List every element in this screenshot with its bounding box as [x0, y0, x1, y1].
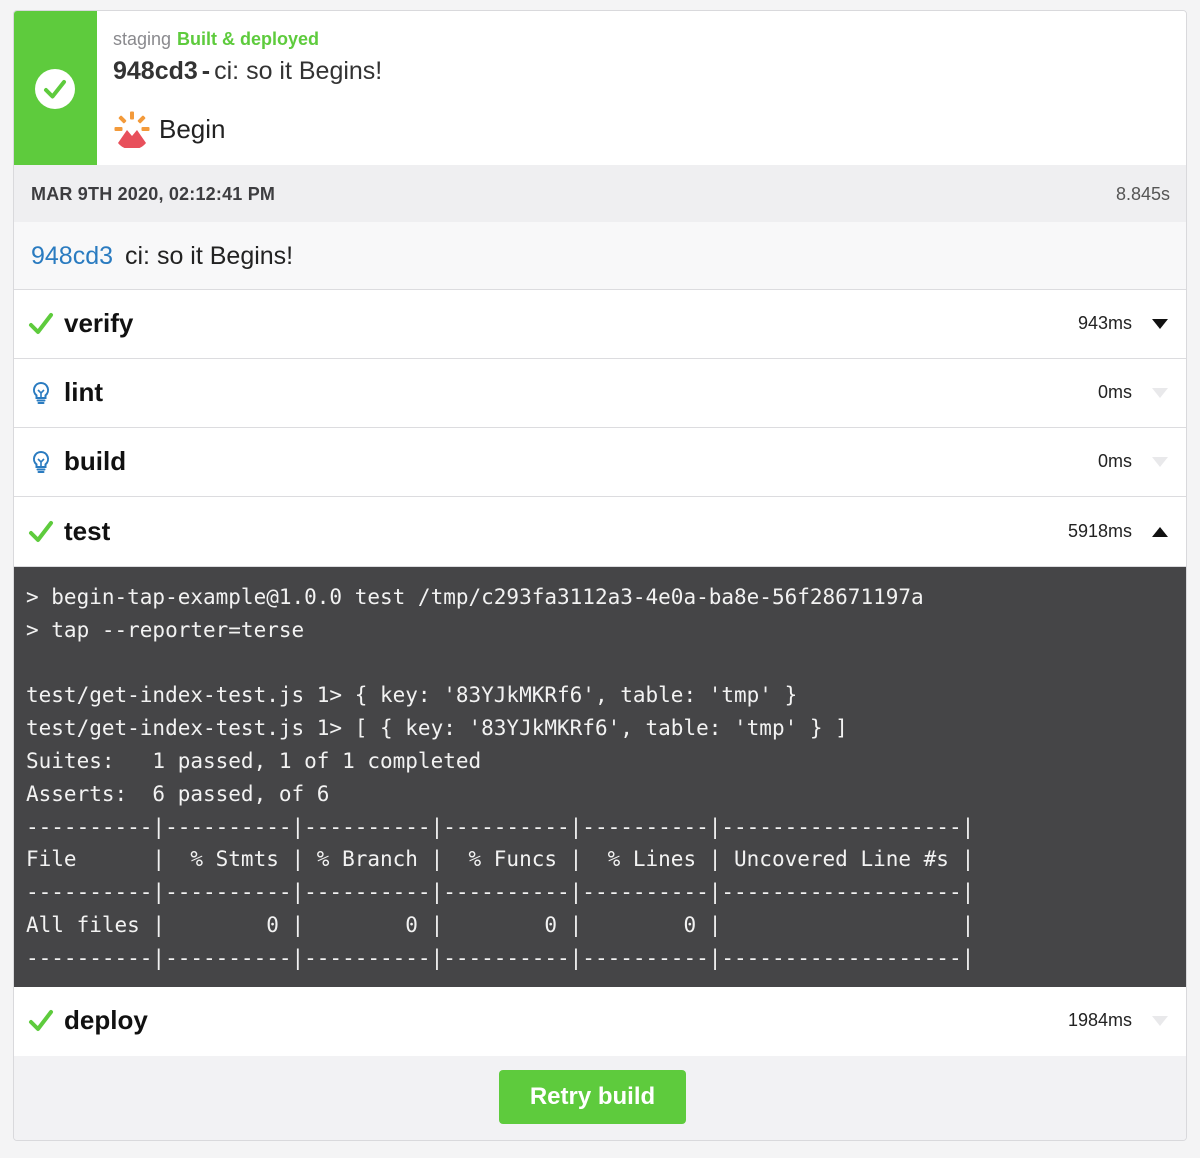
terminal-line: ----------|----------|----------|-------…	[26, 880, 975, 905]
stage-name: build	[64, 446, 127, 476]
stage-build[interactable]: build 0ms	[14, 428, 1186, 497]
terminal-line: Asserts: 6 passed, of 6	[26, 781, 330, 806]
chevron-up-icon[interactable]	[1151, 525, 1169, 539]
header-commit-separator: -	[201, 57, 211, 85]
header-commit-sha: 948cd3	[113, 57, 198, 85]
build-header: staging Built & deployed 948cd3- ci: so it…	[14, 11, 1186, 165]
terminal-line: File | % Stmts | % Branch | % Funcs | % …	[26, 847, 975, 872]
terminal-line: test/get-index-test.js 1> { key: '83YJkM…	[26, 683, 798, 708]
stage-verify[interactable]: verify 943ms	[14, 290, 1186, 359]
terminal-line: > tap --reporter=terse	[26, 617, 305, 642]
stage-deploy[interactable]: deploy 1984ms	[14, 987, 1186, 1056]
stage-duration: 943ms	[1077, 313, 1132, 333]
chevron-down-icon	[1152, 457, 1168, 467]
stage-duration: 1984ms	[1067, 1010, 1132, 1030]
terminal-output: > begin-tap-example@1.0.0 test /tmp/c293…	[26, 581, 1186, 975]
commit-sha-link[interactable]: 948cd3	[31, 242, 113, 271]
header-commit: 948cd3- ci: so it Begins!	[113, 57, 382, 86]
app-identity[interactable]: Begin	[113, 109, 226, 149]
stage-lint[interactable]: lint 0ms	[14, 359, 1186, 428]
terminal-line: test/get-index-test.js 1> [ { key: '83YJ…	[26, 716, 848, 741]
stage-test[interactable]: test 5918ms	[14, 498, 1186, 567]
checkmark-icon	[44, 80, 66, 99]
header-commit-message: ci: so it Begins!	[214, 57, 383, 85]
build-duration: 8.845s	[1115, 184, 1170, 204]
lightbulb-icon	[32, 450, 50, 473]
checkmark-icon	[29, 1010, 53, 1031]
build-status-label: Built & deployed	[177, 29, 320, 49]
begin-logo-icon	[114, 111, 150, 148]
app-name: Begin	[159, 113, 226, 144]
checkmark-icon	[29, 313, 53, 334]
stage-duration: 0ms	[1097, 451, 1132, 471]
stage-name: deploy	[64, 1005, 148, 1035]
checkmark-icon	[29, 521, 53, 542]
build-status-panel	[14, 11, 97, 165]
commit-message: ci: so it Begins!	[125, 242, 294, 270]
build-footer: Retry build	[14, 1056, 1186, 1140]
build-meta: staging Built & deployed	[113, 29, 319, 50]
stage-duration: 5918ms	[1067, 521, 1132, 541]
build-timestamp: MAR 9TH 2020, 02:12:41 PM	[31, 184, 276, 204]
build-info-bar: MAR 9TH 2020, 02:12:41 PM 8.845s	[14, 165, 1186, 222]
stage-duration: 0ms	[1097, 382, 1132, 402]
stage-name: verify	[64, 308, 134, 338]
stage-name: lint	[64, 377, 103, 407]
chevron-down-icon[interactable]	[1151, 317, 1169, 331]
build-card: staging Built & deployed 948cd3- ci: so it…	[13, 10, 1187, 1141]
success-circle-icon	[35, 69, 75, 109]
stage-name: test	[64, 516, 111, 546]
terminal-line: All files | 0 | 0 | 0 | 0 | |	[26, 912, 975, 937]
retry-build-button[interactable]: Retry build	[499, 1070, 686, 1124]
terminal-line: Suites: 1 passed, 1 of 1 completed	[26, 748, 482, 773]
test-output-terminal: > begin-tap-example@1.0.0 test /tmp/c293…	[14, 567, 1186, 987]
terminal-line: ----------|----------|----------|-------…	[26, 945, 975, 970]
chevron-down-icon	[1152, 1016, 1168, 1026]
terminal-line: > begin-tap-example@1.0.0 test /tmp/c293…	[26, 585, 924, 609]
lightbulb-icon	[32, 381, 50, 404]
commit-line: 948cd3 ci: so it Begins!	[14, 222, 1186, 290]
environment-label: staging	[113, 29, 172, 49]
chevron-down-icon	[1152, 388, 1168, 398]
terminal-line: ----------|----------|----------|-------…	[26, 814, 975, 839]
